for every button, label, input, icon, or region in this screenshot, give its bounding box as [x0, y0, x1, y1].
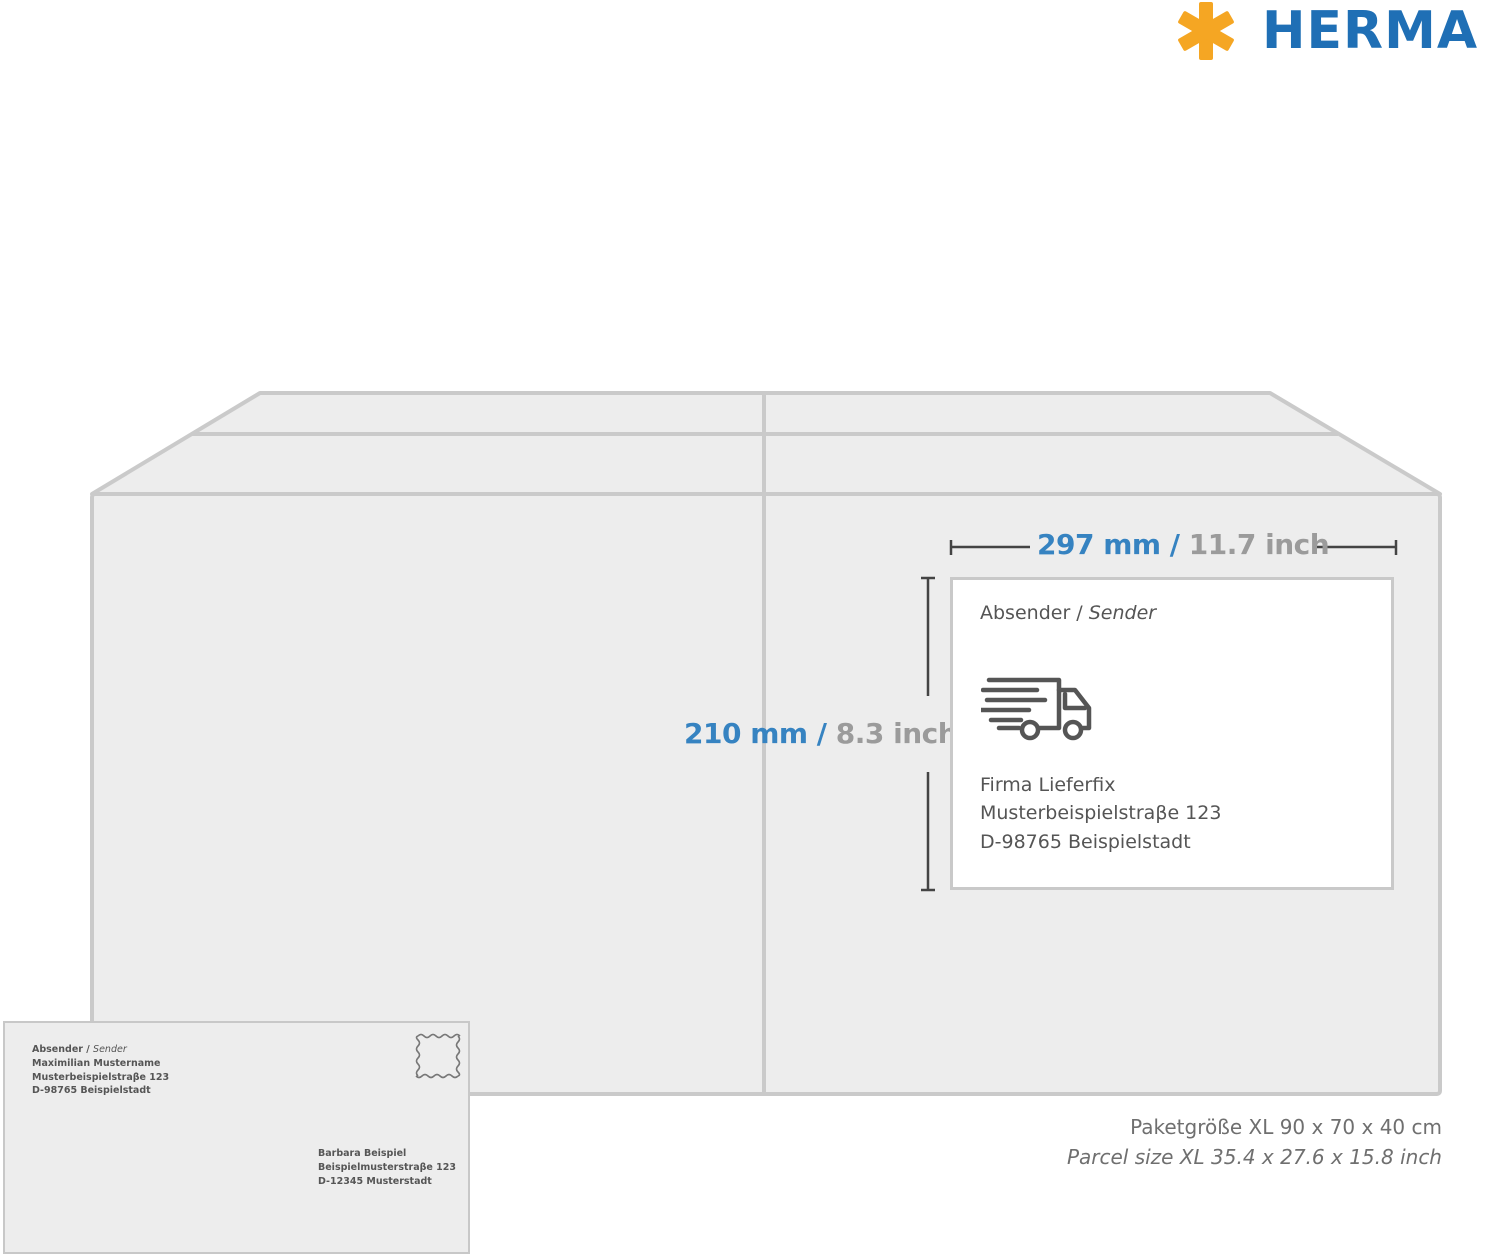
parcel-size-en: Parcel size XL 35.4 x 27.6 x 15.8 inch — [1066, 1145, 1442, 1169]
label-address-line: Musterbeispielstraβe 123 — [980, 802, 1222, 824]
envelope-sender-caption: Absender / Sender — [32, 1044, 127, 1055]
herma-logo: HERMA — [1174, 0, 1500, 62]
parcel-size-de: Paketgröße XL 90 x 70 x 40 cm — [1130, 1115, 1442, 1139]
envelope-sender-line: D-98765 Beispielstadt — [32, 1085, 151, 1096]
height-dimension-label: 210 mm / 8.3 inch — [684, 717, 958, 750]
delivery-truck-icon — [981, 677, 1092, 741]
width-separator: / — [1169, 528, 1180, 561]
envelope-recipient-line: Beispielmusterstraβe 123 — [318, 1162, 457, 1173]
envelope: Absender / Sender Maximilian Mustername … — [3, 1021, 470, 1254]
brand-name: HERMA — [1262, 1, 1479, 61]
label-address-line: D-98765 Beispielstadt — [980, 831, 1191, 853]
width-inch: 11.7 inch — [1188, 528, 1330, 561]
envelope-sender-caption-en: Sender — [93, 1044, 127, 1055]
postage-stamp-icon — [415, 1033, 461, 1079]
label-address-line: Firma Lieferfix — [980, 774, 1116, 796]
envelope-sender-caption-de: Absender / — [32, 1044, 90, 1055]
envelope-recipient-line: D-12345 Musterstadt — [318, 1176, 432, 1187]
label-sender-caption-en: Sender — [1088, 602, 1157, 624]
label-sender-caption-de: Absender / — [980, 602, 1083, 624]
asterisk-logo-icon — [1178, 2, 1234, 60]
shipping-label: Absender / Sender Firma Lieferfix Muster… — [950, 577, 1394, 890]
envelope-sender-line: Musterbeispielstraβe 123 — [32, 1072, 170, 1083]
envelope-sender-line: Maximilian Mustername — [32, 1058, 161, 1069]
height-inch: 8.3 inch — [835, 717, 958, 750]
height-separator: / — [816, 717, 827, 750]
label-sender-caption: Absender / Sender — [980, 602, 1156, 624]
width-mm: 297 mm — [1037, 528, 1161, 561]
width-dimension-label: 297 mm / 11.7 inch — [1037, 528, 1330, 561]
envelope-recipient-line: Barbara Beispiel — [318, 1148, 407, 1159]
height-mm: 210 mm — [684, 717, 808, 750]
